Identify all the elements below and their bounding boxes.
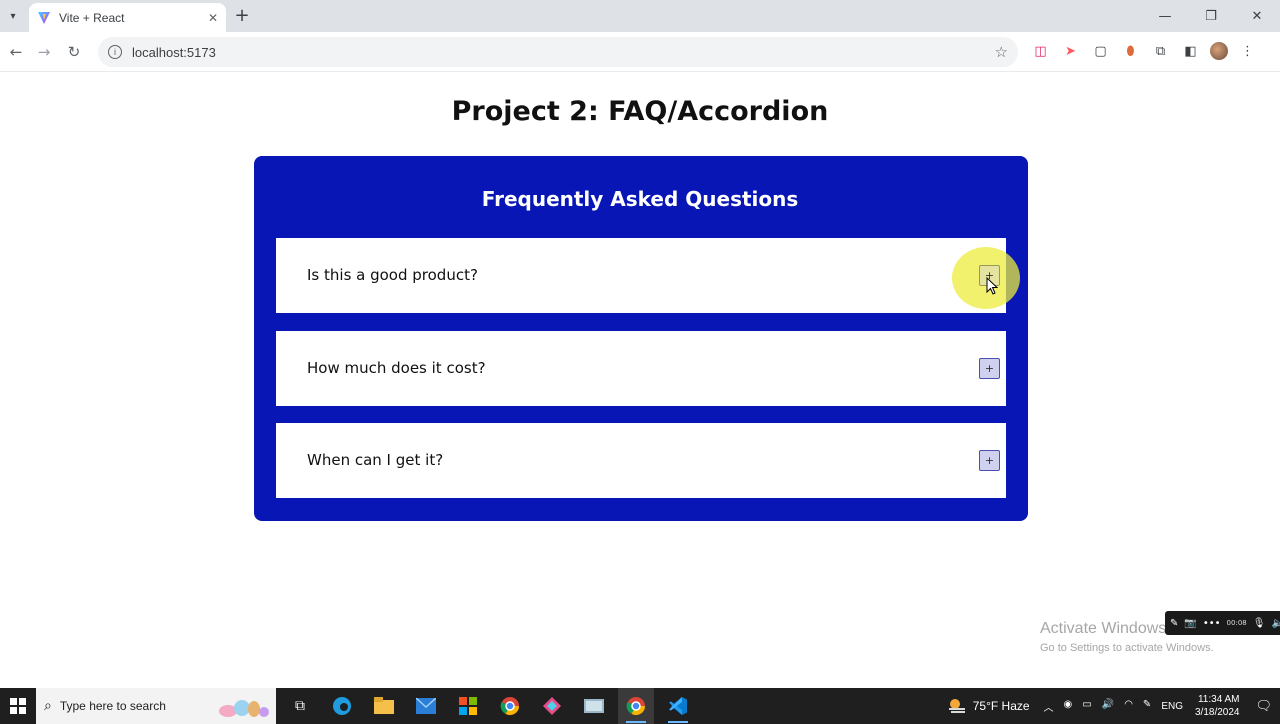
faq-item-toggle-layer: + (276, 238, 1006, 313)
pen-workspace-icon[interactable]: ✎ (1143, 699, 1151, 714)
tab-search-icon[interactable]: ▾ (3, 6, 23, 26)
volume-icon[interactable]: 🔊 (1102, 699, 1114, 714)
network-icon[interactable]: ▭ (1082, 699, 1091, 714)
back-arrow-icon[interactable]: ← (4, 40, 28, 64)
file-explorer-icon[interactable] (366, 688, 402, 724)
app-icon-window[interactable] (576, 688, 612, 724)
clock-date: 3/18/2024 (1194, 707, 1240, 718)
mail-icon[interactable] (408, 688, 444, 724)
weather-widget[interactable]: 75°F Haze (947, 698, 1030, 714)
restore-icon[interactable]: ❐ (1188, 0, 1234, 32)
browser-toolbar: ← → ↻ i localhost:5173 ☆ ◫ ➤ ▢ ⬮ ⧉ ◧ ⋮ (0, 32, 1280, 72)
windows-taskbar: ⌕ Type here to search ⧉ 75°F Haze ︿ ◉ ▭ … (0, 688, 1280, 724)
search-highlight-illustration (219, 700, 269, 717)
mouse-pointer-icon (986, 277, 998, 295)
close-window-icon[interactable]: ✕ (1234, 0, 1280, 32)
activate-windows-hint: Go to Settings to activate Windows. (1040, 642, 1214, 654)
language-indicator[interactable]: ENG (1161, 701, 1183, 712)
weather-haze-icon (948, 699, 965, 713)
menu-dots-icon[interactable]: ⋮ (1237, 40, 1258, 62)
taskbar-search[interactable]: ⌕ Type here to search (36, 688, 276, 724)
taskbar-apps: ⧉ (282, 688, 696, 724)
forward-arrow-icon[interactable]: → (32, 40, 56, 64)
search-icon: ⌕ (44, 698, 52, 714)
bookmark-star-icon[interactable]: ☆ (995, 43, 1008, 61)
browser-tabstrip: ▾ Vite + React ✕ + — ❐ ✕ (0, 0, 1280, 32)
tray-icons: ︿ ◉ ▭ 🔊 ◠ ✎ (1044, 699, 1152, 714)
faq-item[interactable]: When can I get it? + (276, 423, 1006, 498)
extensions-puzzle-icon[interactable]: ⧉ (1150, 40, 1171, 62)
address-bar[interactable]: i localhost:5173 ☆ (98, 37, 1018, 67)
tab-title: Vite + React (59, 10, 125, 25)
windows-start-icon[interactable] (0, 688, 36, 724)
microphone-icon[interactable]: 🎙 (1253, 618, 1266, 629)
chrome-active-icon[interactable] (618, 688, 654, 724)
page-title: Project 2: FAQ/Accordion (451, 96, 829, 127)
edge-icon[interactable] (324, 688, 360, 724)
recording-time: 00:08 (1226, 619, 1247, 627)
browser-tab[interactable]: Vite + React ✕ (29, 3, 226, 32)
faq-item[interactable]: How much does it cost? + (276, 331, 1006, 406)
app-icon-colorful[interactable] (534, 688, 570, 724)
faq-question: How much does it cost? (307, 359, 486, 377)
camera-icon[interactable]: 📷 (1184, 618, 1196, 629)
vite-logo-icon (38, 11, 50, 24)
side-panel-icon[interactable]: ◧ (1180, 40, 1201, 62)
extension-shield-icon[interactable]: ⬮ (1120, 40, 1141, 62)
extension-arrow-icon[interactable]: ➤ (1060, 40, 1081, 62)
pen-icon[interactable]: ✎ (1170, 618, 1178, 629)
weather-text: 75°F Haze (972, 699, 1030, 713)
new-tab-button[interactable]: + (232, 5, 252, 26)
pocket-icon[interactable]: ◫ (1030, 40, 1051, 62)
wifi-icon[interactable]: ◠ (1124, 699, 1133, 714)
window-controls: — ❐ ✕ (1142, 0, 1280, 32)
taskbar-clock[interactable]: 11:34 AM 3/18/2024 (1195, 693, 1240, 719)
profile-avatar[interactable] (1210, 42, 1228, 60)
meet-now-icon[interactable]: ◉ (1064, 699, 1073, 714)
site-info-icon[interactable]: i (108, 45, 122, 59)
expand-toggle-button[interactable]: + (979, 358, 1000, 379)
chevron-up-icon[interactable]: ︿ (1044, 699, 1054, 714)
extension-icons: ◫ ➤ ▢ ⬮ ⧉ ◧ ⋮ (1030, 40, 1258, 62)
chrome-icon[interactable] (492, 688, 528, 724)
expand-toggle-button[interactable]: + (979, 450, 1000, 471)
system-tray: 75°F Haze ︿ ◉ ▭ 🔊 ◠ ✎ ENG 11:34 AM 3/18/… (947, 688, 1280, 724)
minimize-icon[interactable]: — (1142, 0, 1188, 32)
tab-close-icon[interactable]: ✕ (208, 11, 218, 25)
reload-icon[interactable]: ↻ (62, 40, 86, 64)
search-placeholder: Type here to search (59, 699, 166, 713)
faq-question: When can I get it? (307, 451, 444, 469)
more-dots-icon[interactable]: ••• (1203, 618, 1221, 629)
speaker-icon[interactable]: 🔈 (1271, 618, 1280, 629)
faq-heading: Frequently Asked Questions (481, 187, 799, 211)
notifications-icon[interactable]: 🗨 (1255, 698, 1272, 714)
clock-time: 11:34 AM (1197, 694, 1240, 705)
screen-recorder-bar: ✎ 📷 ••• 00:08 🎙 🔈 (1165, 611, 1280, 635)
task-view-icon[interactable]: ⧉ (282, 688, 318, 724)
extension-box-icon[interactable]: ▢ (1090, 40, 1111, 62)
url-text[interactable]: localhost:5173 (132, 45, 995, 60)
store-icon[interactable] (450, 688, 486, 724)
vscode-icon[interactable] (660, 688, 696, 724)
